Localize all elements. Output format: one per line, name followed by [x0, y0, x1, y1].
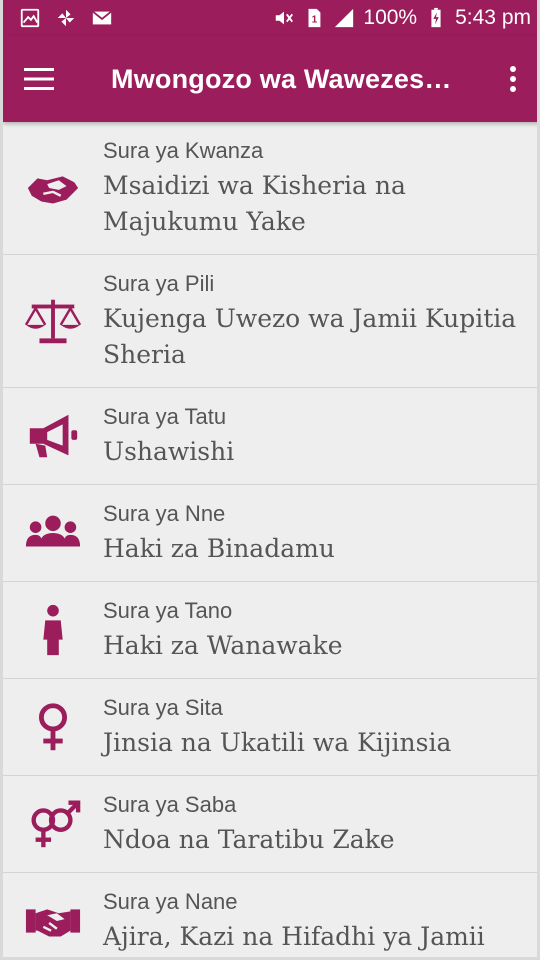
list-item[interactable]: Sura ya Tano Haki za Wanawake	[3, 582, 537, 679]
svg-text:1: 1	[312, 15, 318, 26]
chapter-number: Sura ya Sita	[103, 695, 223, 720]
venus-icon	[3, 679, 103, 775]
chapter-number: Sura ya Pili	[103, 271, 215, 296]
clock: 5:43 pm	[455, 6, 531, 29]
chapter-title: Msaidizi wa Kisheria na Majukumu Yake	[103, 171, 406, 236]
gallery-icon	[19, 7, 41, 29]
megaphone-icon	[3, 388, 103, 484]
battery-icon	[425, 7, 447, 29]
sim-icon: 1	[303, 7, 325, 29]
status-bar: 1 100% 5:43 pm	[3, 0, 537, 36]
list-item[interactable]: Sura ya Saba Ndoa na Taratibu Zake	[3, 776, 537, 873]
chapter-number: Sura ya Kwanza	[103, 138, 264, 163]
mail-icon	[91, 7, 113, 29]
woman-icon	[3, 582, 103, 678]
mars-venus-icon	[3, 776, 103, 872]
hamburger-menu-icon	[24, 68, 54, 90]
chapter-number: Sura ya Saba	[103, 792, 237, 817]
chapter-title: Ndoa na Taratibu Zake	[103, 825, 395, 854]
pinwheel-icon	[55, 7, 77, 29]
chapter-number: Sura ya Nane	[103, 889, 238, 914]
signal-icon	[333, 7, 355, 29]
chapter-title: Ushawishi	[103, 437, 235, 466]
handshake-icon	[3, 122, 103, 254]
list-item[interactable]: Sura ya Nane Ajira, Kazi na Hifadhi ya J…	[3, 873, 537, 957]
chapter-number: Sura ya Tatu	[103, 404, 227, 429]
more-vert-icon	[510, 66, 516, 92]
chapter-list: Sura ya Kwanza Msaidizi wa Kisheria na M…	[3, 122, 537, 957]
mute-icon	[273, 7, 295, 29]
chapter-title: Haki za Wanawake	[103, 631, 343, 660]
chapter-title: Haki za Binadamu	[103, 534, 335, 563]
list-item[interactable]: Sura ya Kwanza Msaidizi wa Kisheria na M…	[3, 122, 537, 255]
chapter-title: Kujenga Uwezo wa Jamii Kupitia Sheria	[103, 304, 517, 369]
list-item[interactable]: Sura ya Nne Haki za Binadamu	[3, 485, 537, 582]
battery-level: 100%	[363, 6, 418, 29]
chapter-number: Sura ya Tano	[103, 598, 233, 623]
app-bar: Mwongozo wa Wawezes…	[3, 36, 537, 122]
list-item[interactable]: Sura ya Sita Jinsia na Ukatili wa Kijins…	[3, 679, 537, 776]
group-icon	[3, 485, 103, 581]
business-handshake-icon	[3, 873, 103, 957]
page-title: Mwongozo wa Wawezes…	[111, 63, 452, 94]
chapter-number: Sura ya Nne	[103, 501, 226, 526]
more-options-button[interactable]	[483, 36, 537, 122]
chapter-title: Ajira, Kazi na Hifadhi ya Jamii	[103, 922, 485, 951]
hamburger-menu-button[interactable]	[3, 36, 75, 122]
app-screen: 1 100% 5:43 pm Mwongozo wa Wawezes… Sura…	[0, 0, 540, 960]
list-item[interactable]: Sura ya Tatu Ushawishi	[3, 388, 537, 485]
balance-scale-icon	[3, 255, 103, 387]
chapter-title: Jinsia na Ukatili wa Kijinsia	[103, 728, 452, 757]
list-item[interactable]: Sura ya Pili Kujenga Uwezo wa Jamii Kupi…	[3, 255, 537, 388]
